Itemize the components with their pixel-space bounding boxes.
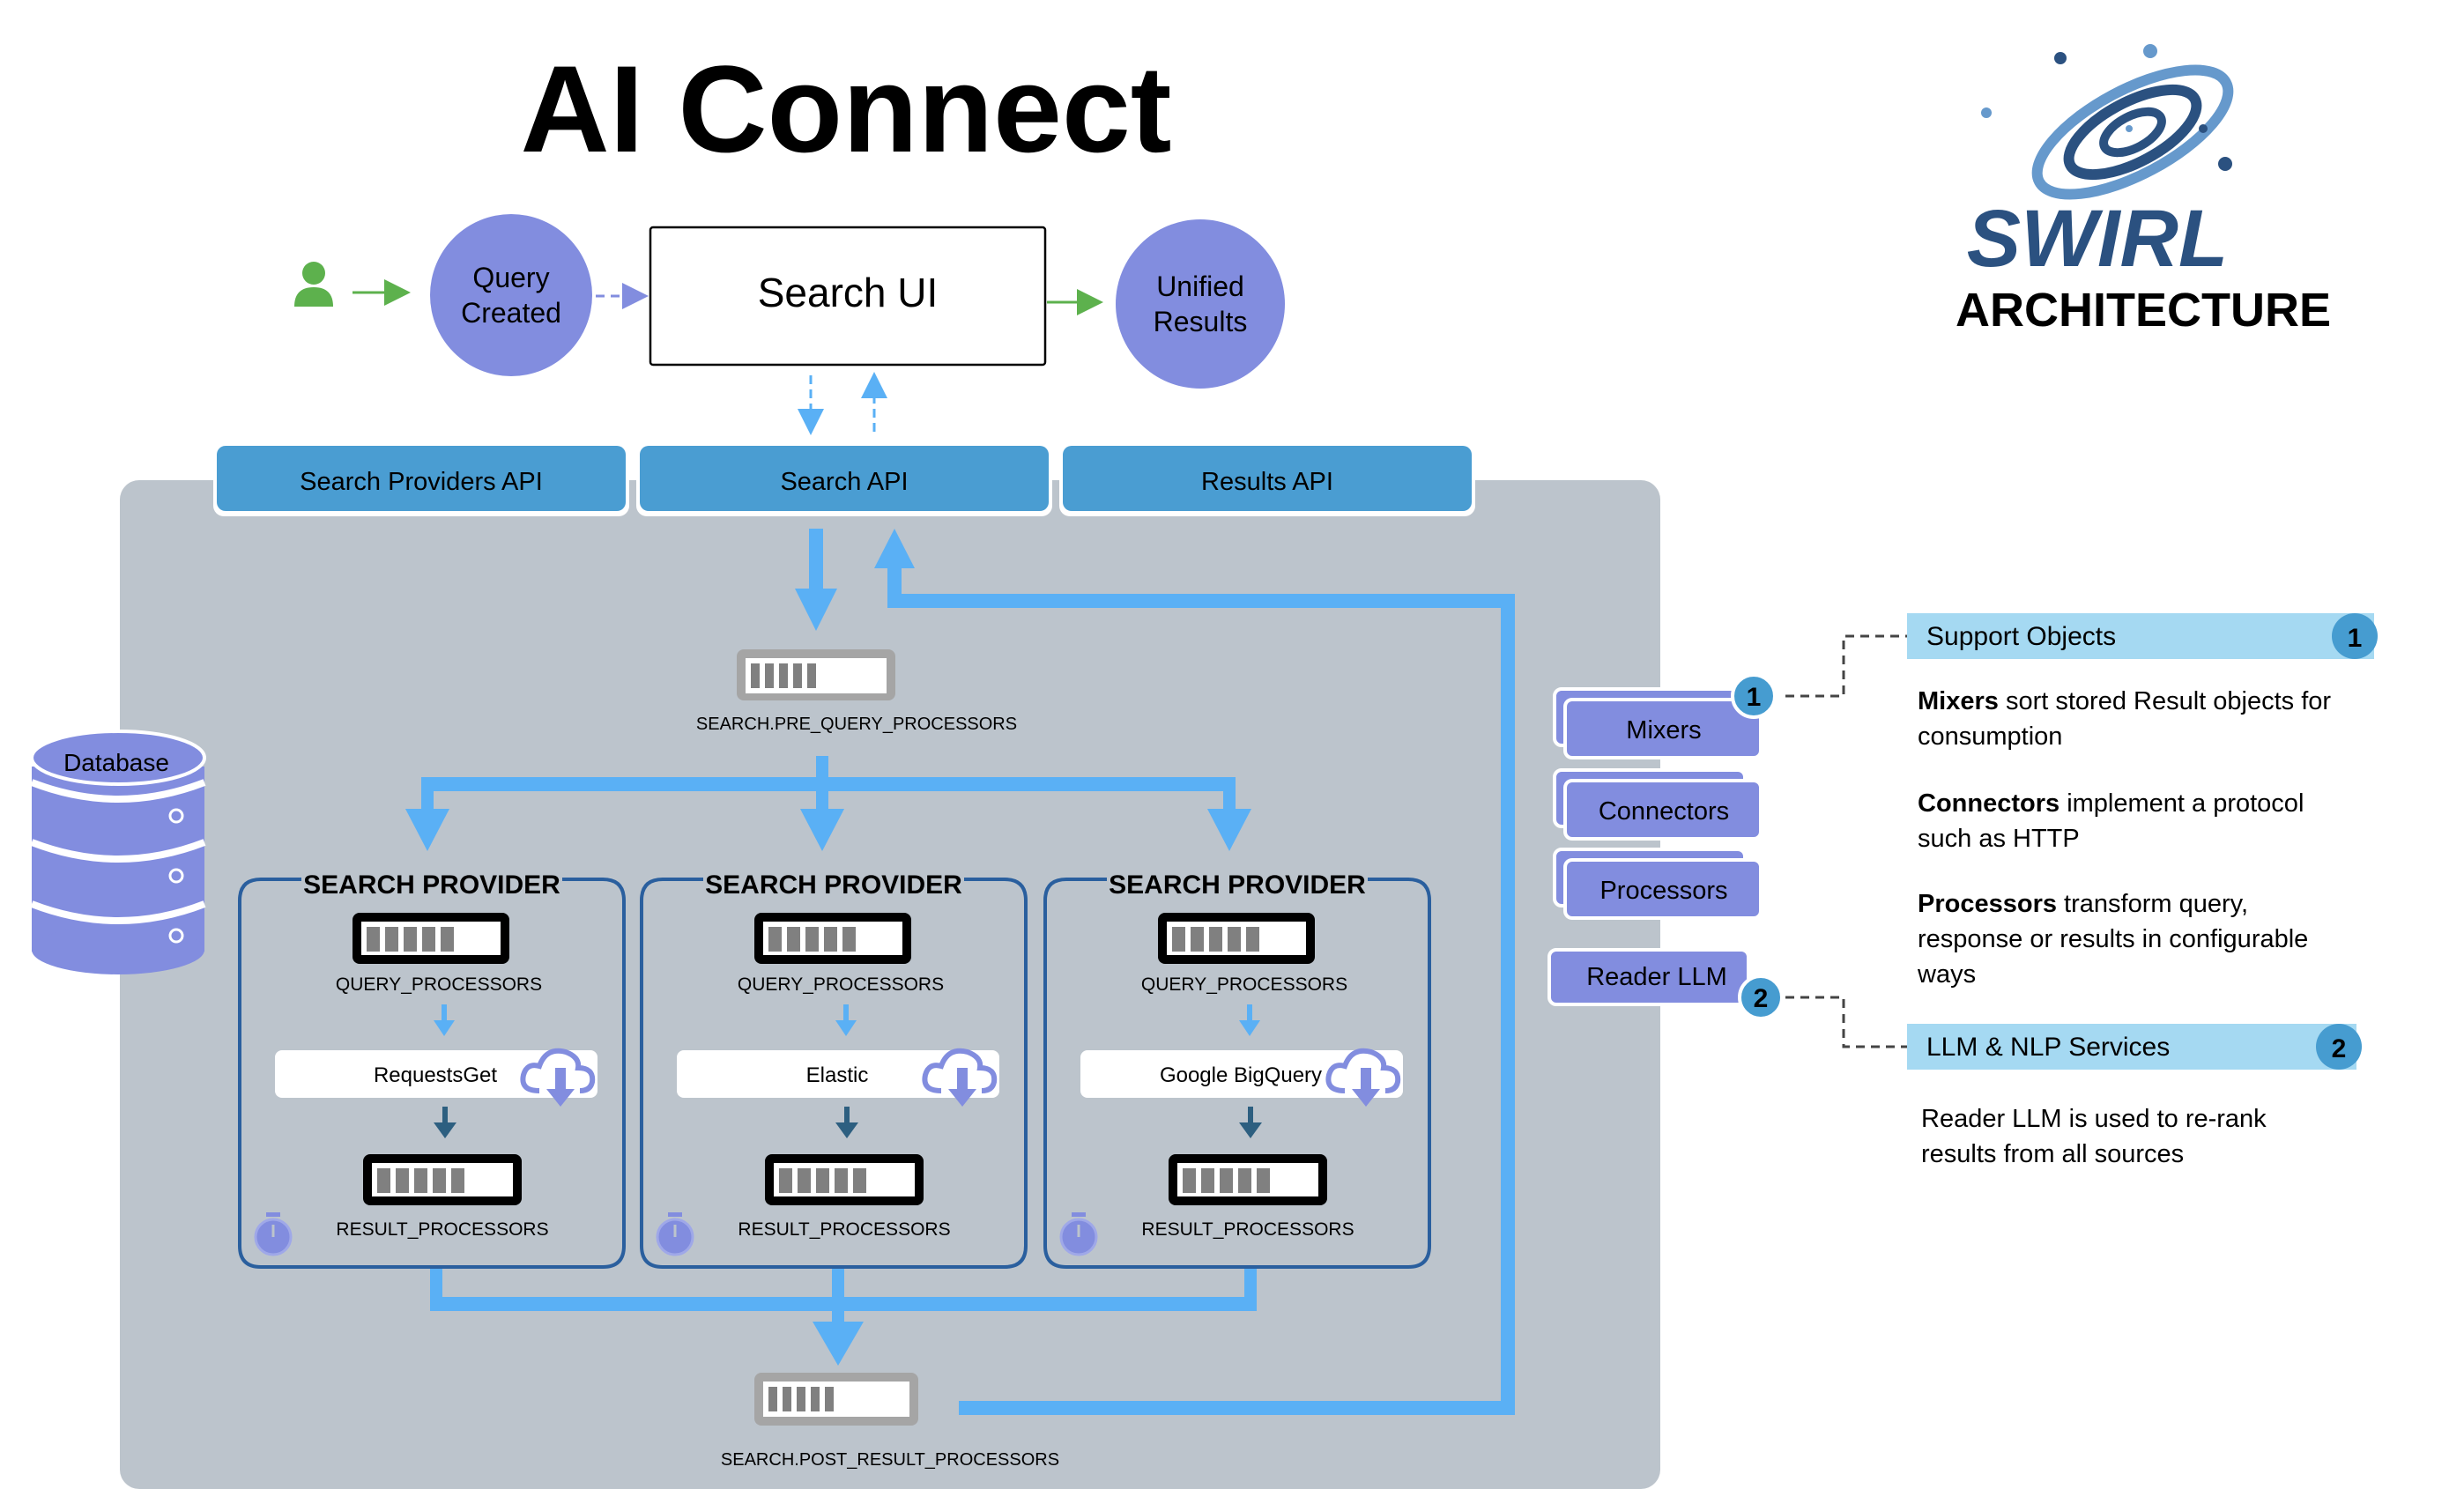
query-processors-label: QUERY_PROCESSORS (738, 974, 944, 995)
support-item-mixers[interactable]: Mixers (1553, 687, 1763, 759)
database-icon[interactable]: Database (30, 730, 206, 974)
arrow-down-icon (844, 1107, 850, 1124)
svg-text:Reader LLM: Reader LLM (1586, 963, 1727, 991)
result-processors-icon (1169, 1154, 1327, 1205)
brand-name: SWIRL (1967, 194, 2228, 284)
query-processors-icon (353, 913, 509, 964)
results-api-button[interactable]: Results API (1059, 446, 1475, 516)
svg-text:Support Objects: Support Objects (1926, 622, 2116, 651)
search-providers-api-button[interactable]: Search Providers API (213, 446, 629, 516)
query-created-node: Query Created (430, 214, 592, 376)
support-item-connectors[interactable]: Connectors (1553, 768, 1763, 841)
pre-query-label: SEARCH.PRE_QUERY_PROCESSORS (696, 715, 1017, 734)
reader-llm-description: Reader LLM is used to re-rank results fr… (1921, 1105, 2267, 1168)
svg-text:Mixers: Mixers (1626, 716, 1701, 744)
connector-label: Elastic (806, 1063, 869, 1087)
svg-text:Processors: Processors (1599, 877, 1727, 905)
connector-label: Google BigQuery (1160, 1063, 1322, 1087)
provider-title: SEARCH PROVIDER (1109, 870, 1366, 900)
swirl-logo-icon (1981, 44, 2234, 200)
page-title: AI Connect (521, 40, 1172, 178)
arrow-down-icon (1248, 1107, 1253, 1124)
connectors-description: Connectors implement a protocol such as … (1918, 789, 2304, 853)
query-processors-label: QUERY_PROCESSORS (336, 974, 542, 995)
database-label: Database (63, 749, 169, 776)
arrow-down-icon (442, 1004, 447, 1022)
arrow-down-icon (843, 1004, 849, 1022)
llm-services-badge: 2 (2332, 1034, 2347, 1063)
llm-dashed-connector (1785, 996, 1907, 1048)
pre-query-processor (737, 649, 895, 700)
llm-badge-2: 2 (1738, 974, 1784, 1020)
search-api-button[interactable]: Search API (636, 446, 1052, 516)
support-objects-header: Support Objects 1 (1907, 613, 2378, 659)
user-icon (294, 262, 333, 307)
result-processors-label: RESULT_PROCESSORS (336, 1219, 548, 1240)
support-item-reader-llm[interactable]: Reader LLM (1547, 948, 1750, 1006)
svg-text:Search Providers API: Search Providers API (300, 468, 543, 496)
svg-text:Search API: Search API (780, 468, 908, 496)
support-dashed-connector (1785, 634, 1907, 698)
svg-text:2: 2 (1754, 984, 1769, 1013)
unified-results-node: Unified Results (1116, 219, 1285, 389)
svg-text:LLM & NLP Services: LLM & NLP Services (1926, 1033, 2170, 1062)
result-processors-icon (765, 1154, 924, 1205)
post-result-label: SEARCH.POST_RESULT_PROCESSORS (721, 1450, 1059, 1470)
llm-services-header: LLM & NLP Services 2 (1907, 1024, 2362, 1070)
support-badge-1: 1 (1731, 673, 1777, 719)
query-processors-icon (754, 913, 911, 964)
svg-text:Query: Query (472, 262, 549, 293)
provider-title: SEARCH PROVIDER (705, 870, 962, 900)
support-objects-badge: 1 (2348, 624, 2363, 653)
processors-description: Processors transform query, response or … (1918, 890, 2309, 989)
svg-text:Connectors: Connectors (1599, 797, 1729, 826)
provider-title: SEARCH PROVIDER (303, 870, 560, 900)
support-item-processors[interactable]: Processors (1553, 848, 1763, 920)
search-ui-box[interactable]: Search UI (649, 226, 1047, 367)
svg-text:Search UI: Search UI (758, 270, 939, 315)
post-result-processor (754, 1373, 918, 1426)
arrow-down-icon (1247, 1004, 1252, 1022)
query-processors-label: QUERY_PROCESSORS (1141, 974, 1347, 995)
result-processors-label: RESULT_PROCESSORS (1141, 1219, 1354, 1240)
result-processors-icon (363, 1154, 522, 1205)
result-processors-label: RESULT_PROCESSORS (738, 1219, 950, 1240)
svg-text:Results: Results (1154, 306, 1248, 337)
arrow-down-icon (442, 1107, 448, 1124)
svg-text:Unified: Unified (1156, 270, 1244, 302)
svg-text:Created: Created (461, 297, 561, 329)
brand-subtitle: ARCHITECTURE (1956, 284, 2331, 337)
svg-text:1: 1 (1747, 683, 1762, 712)
svg-text:Results API: Results API (1201, 468, 1333, 496)
query-processors-icon (1158, 913, 1315, 964)
connector-label: RequestsGet (374, 1063, 497, 1087)
mixers-description: Mixers sort stored Result objects for co… (1918, 687, 2332, 751)
